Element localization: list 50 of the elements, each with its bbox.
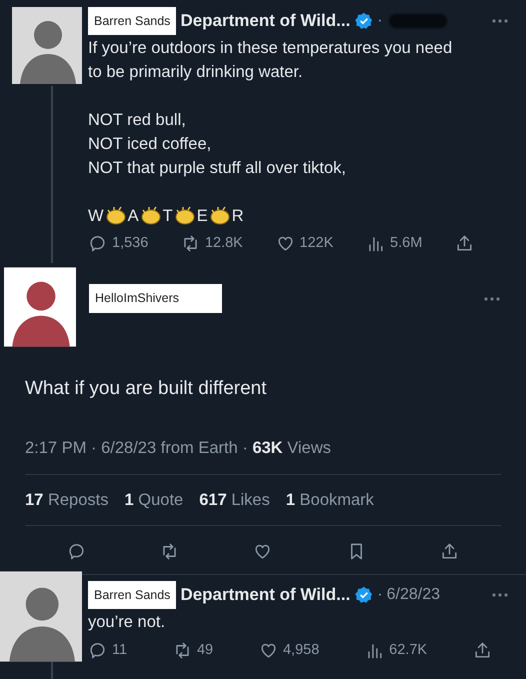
letter: W (88, 206, 104, 227)
post-meta: 2:17 PM · 6/28/23 from Earth · 63K Views (25, 438, 332, 458)
post-date[interactable]: 6/28/23 (386, 583, 440, 607)
more-icon[interactable] (484, 296, 500, 300)
stat-link[interactable]: 1 Bookmark (286, 488, 374, 513)
more-icon[interactable] (492, 593, 508, 597)
reply-icon[interactable] (88, 641, 107, 660)
post-text-line: NOT iced coffee, (88, 134, 212, 155)
separator: · (377, 585, 383, 605)
count: 5.6M (390, 234, 422, 253)
heart-icon[interactable] (258, 641, 278, 660)
count: 4,958 (282, 641, 320, 660)
share-icon[interactable] (472, 641, 492, 660)
share-icon[interactable] (454, 234, 474, 254)
count: 1,536 (112, 234, 148, 253)
heart-icon[interactable] (253, 542, 272, 561)
letter: A (128, 206, 139, 227)
post-text-line: to be primarily drinking water. (88, 62, 304, 83)
reply-icon[interactable] (88, 234, 107, 254)
heart-icon[interactable] (276, 234, 295, 254)
stat-link[interactable]: 17 Reposts (25, 488, 108, 513)
clap-icon (174, 206, 196, 226)
more-icon[interactable] (492, 19, 508, 23)
share-icon[interactable] (440, 542, 459, 561)
clap-icon (208, 206, 231, 226)
display-name[interactable]: HelloImShivers (89, 284, 222, 313)
avatar[interactable] (4, 266, 76, 348)
stat-link[interactable]: 617 Likes (199, 488, 270, 513)
count: 12.8K (204, 234, 243, 253)
account-name[interactable]: Department of Wild... (180, 8, 350, 34)
letter: E (196, 206, 208, 227)
post-text-line: NOT that purple stuff all over tiktok, (88, 158, 348, 179)
post-text: you’re not. (88, 612, 166, 633)
count: 11 (112, 641, 128, 660)
reply-icon[interactable] (67, 542, 86, 561)
count: 49 (196, 641, 214, 660)
account-name[interactable]: Department of Wild... (180, 582, 350, 608)
count: 122K (300, 234, 334, 253)
stat-link[interactable]: 1 Quote (124, 488, 184, 513)
letter: T (162, 206, 173, 227)
post-text-line: NOT red bull, (88, 110, 187, 131)
clap-icon (104, 206, 127, 226)
post-text: What if you are built different (25, 377, 268, 401)
display-name[interactable]: Barren Sands (88, 7, 176, 35)
clap-icon (140, 206, 162, 226)
post-text-line: If you’re outdoors in these temperatures you need (88, 38, 454, 59)
letter: R (232, 206, 244, 227)
display-name[interactable]: Barren Sands (88, 581, 176, 609)
count: 62.7K (389, 641, 428, 660)
separator: · (377, 11, 383, 31)
